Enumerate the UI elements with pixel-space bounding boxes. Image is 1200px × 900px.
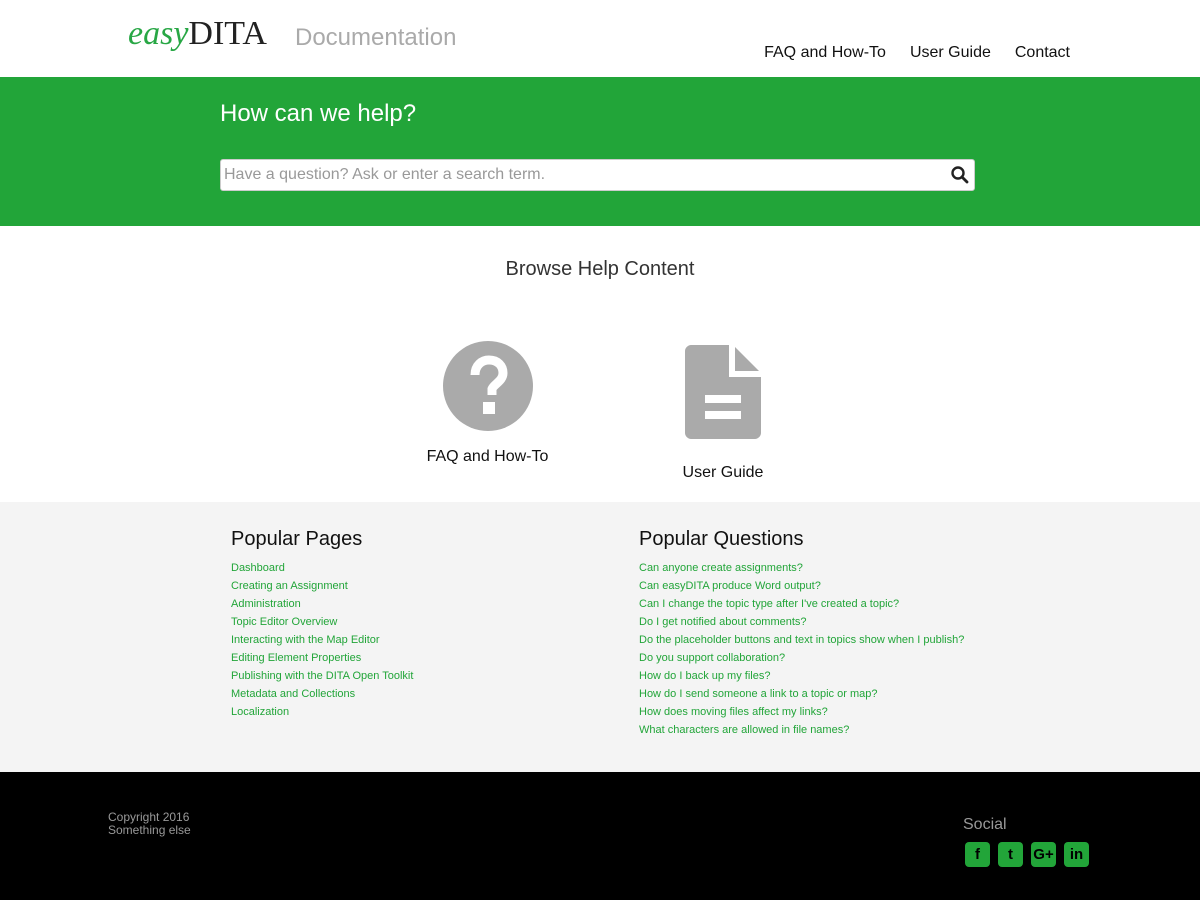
documentation-title: Documentation (295, 24, 457, 51)
popular-question-link[interactable]: How do I back up my files? (639, 670, 770, 682)
nav-user-guide-link[interactable]: User Guide (910, 44, 991, 62)
popular-question-link[interactable]: Do the placeholder buttons and text in t… (639, 634, 964, 646)
popular-questions-list: Can anyone create assignments? Can easyD… (639, 559, 964, 739)
logo-easy: easy (128, 15, 189, 52)
list-item: Topic Editor Overview (231, 613, 413, 631)
faq-tile-label: FAQ and How-To (426, 448, 549, 465)
faq-tile[interactable]: FAQ and How-To (410, 341, 565, 466)
list-item: Can easyDITA produce Word output? (639, 577, 964, 595)
popular-page-link[interactable]: Editing Element Properties (231, 652, 361, 664)
popular-questions: Popular Questions Can anyone create assi… (639, 528, 964, 739)
search-icon[interactable] (950, 165, 970, 185)
copyright: Copyright 2016 Something else (108, 811, 191, 837)
facebook-icon[interactable]: f (965, 842, 990, 867)
popular-page-link[interactable]: Topic Editor Overview (231, 616, 337, 628)
nav-faq-link[interactable]: FAQ and How-To (764, 44, 886, 62)
popular-page-link[interactable]: Dashboard (231, 562, 285, 574)
popular-question-link[interactable]: Can anyone create assignments? (639, 562, 803, 574)
google-plus-icon[interactable]: G+ (1031, 842, 1056, 867)
hero-banner: How can we help? (0, 77, 1200, 226)
list-item: Administration (231, 595, 413, 613)
popular-question-link[interactable]: Can easyDITA produce Word output? (639, 580, 821, 592)
footer-secondary-text: Something else (108, 823, 191, 837)
list-item: Do you support collaboration? (639, 649, 964, 667)
popular-questions-title: Popular Questions (639, 528, 804, 550)
list-item: How do I send someone a link to a topic … (639, 685, 964, 703)
popular-page-link[interactable]: Creating an Assignment (231, 580, 348, 592)
list-item: Interacting with the Map Editor (231, 631, 413, 649)
social-links: f t G+ in (965, 842, 1089, 867)
list-item: How does moving files affect my links? (639, 703, 964, 721)
main-nav: FAQ and How-To User Guide Contact (764, 44, 1070, 62)
popular-question-link[interactable]: What characters are allowed in file name… (639, 724, 849, 736)
popular-question-link[interactable]: Do I get notified about comments? (639, 616, 807, 628)
list-item: Metadata and Collections (231, 685, 413, 703)
popular-page-link[interactable]: Interacting with the Map Editor (231, 634, 380, 646)
popular-section: Popular Pages Dashboard Creating an Assi… (0, 502, 1200, 772)
search-input[interactable] (224, 160, 944, 190)
browse-title: Browse Help Content (505, 258, 695, 280)
popular-pages: Popular Pages Dashboard Creating an Assi… (231, 528, 413, 721)
list-item: What characters are allowed in file name… (639, 721, 964, 739)
popular-page-link[interactable]: Publishing with the DITA Open Toolkit (231, 670, 413, 682)
popular-pages-list: Dashboard Creating an Assignment Adminis… (231, 559, 413, 721)
logo-dita: DITA (188, 15, 267, 52)
user-guide-tile-label: User Guide (682, 464, 764, 481)
logo[interactable]: easyDITA (128, 14, 267, 54)
popular-question-link[interactable]: Do you support collaboration? (639, 652, 785, 664)
list-item: Can anyone create assignments? (639, 559, 964, 577)
list-item: Dashboard (231, 559, 413, 577)
popular-page-link[interactable]: Localization (231, 706, 289, 718)
popular-question-link[interactable]: How does moving files affect my links? (639, 706, 828, 718)
user-guide-tile[interactable]: User Guide (648, 345, 798, 482)
document-icon (685, 345, 761, 439)
twitter-icon[interactable]: t (998, 842, 1023, 867)
hero-title: How can we help? (220, 100, 417, 127)
site-header: easyDITA Documentation FAQ and How-To Us… (0, 0, 1200, 77)
search-box (220, 159, 975, 191)
list-item: Localization (231, 703, 413, 721)
popular-question-link[interactable]: Can I change the topic type after I've c… (639, 598, 899, 610)
nav-contact-link[interactable]: Contact (1015, 44, 1070, 62)
linkedin-icon[interactable]: in (1064, 842, 1089, 867)
site-footer: Copyright 2016 Something else Social f t… (0, 772, 1200, 900)
list-item: Editing Element Properties (231, 649, 413, 667)
list-item: How do I back up my files? (639, 667, 964, 685)
popular-question-link[interactable]: How do I send someone a link to a topic … (639, 688, 877, 700)
list-item: Publishing with the DITA Open Toolkit (231, 667, 413, 685)
question-circle-icon (442, 341, 533, 431)
popular-page-link[interactable]: Administration (231, 598, 301, 610)
social-title: Social (963, 816, 1007, 833)
list-item: Can I change the topic type after I've c… (639, 595, 964, 613)
list-item: Do the placeholder buttons and text in t… (639, 631, 964, 649)
popular-page-link[interactable]: Metadata and Collections (231, 688, 355, 700)
list-item: Creating an Assignment (231, 577, 413, 595)
list-item: Do I get notified about comments? (639, 613, 964, 631)
popular-pages-title: Popular Pages (231, 528, 363, 550)
